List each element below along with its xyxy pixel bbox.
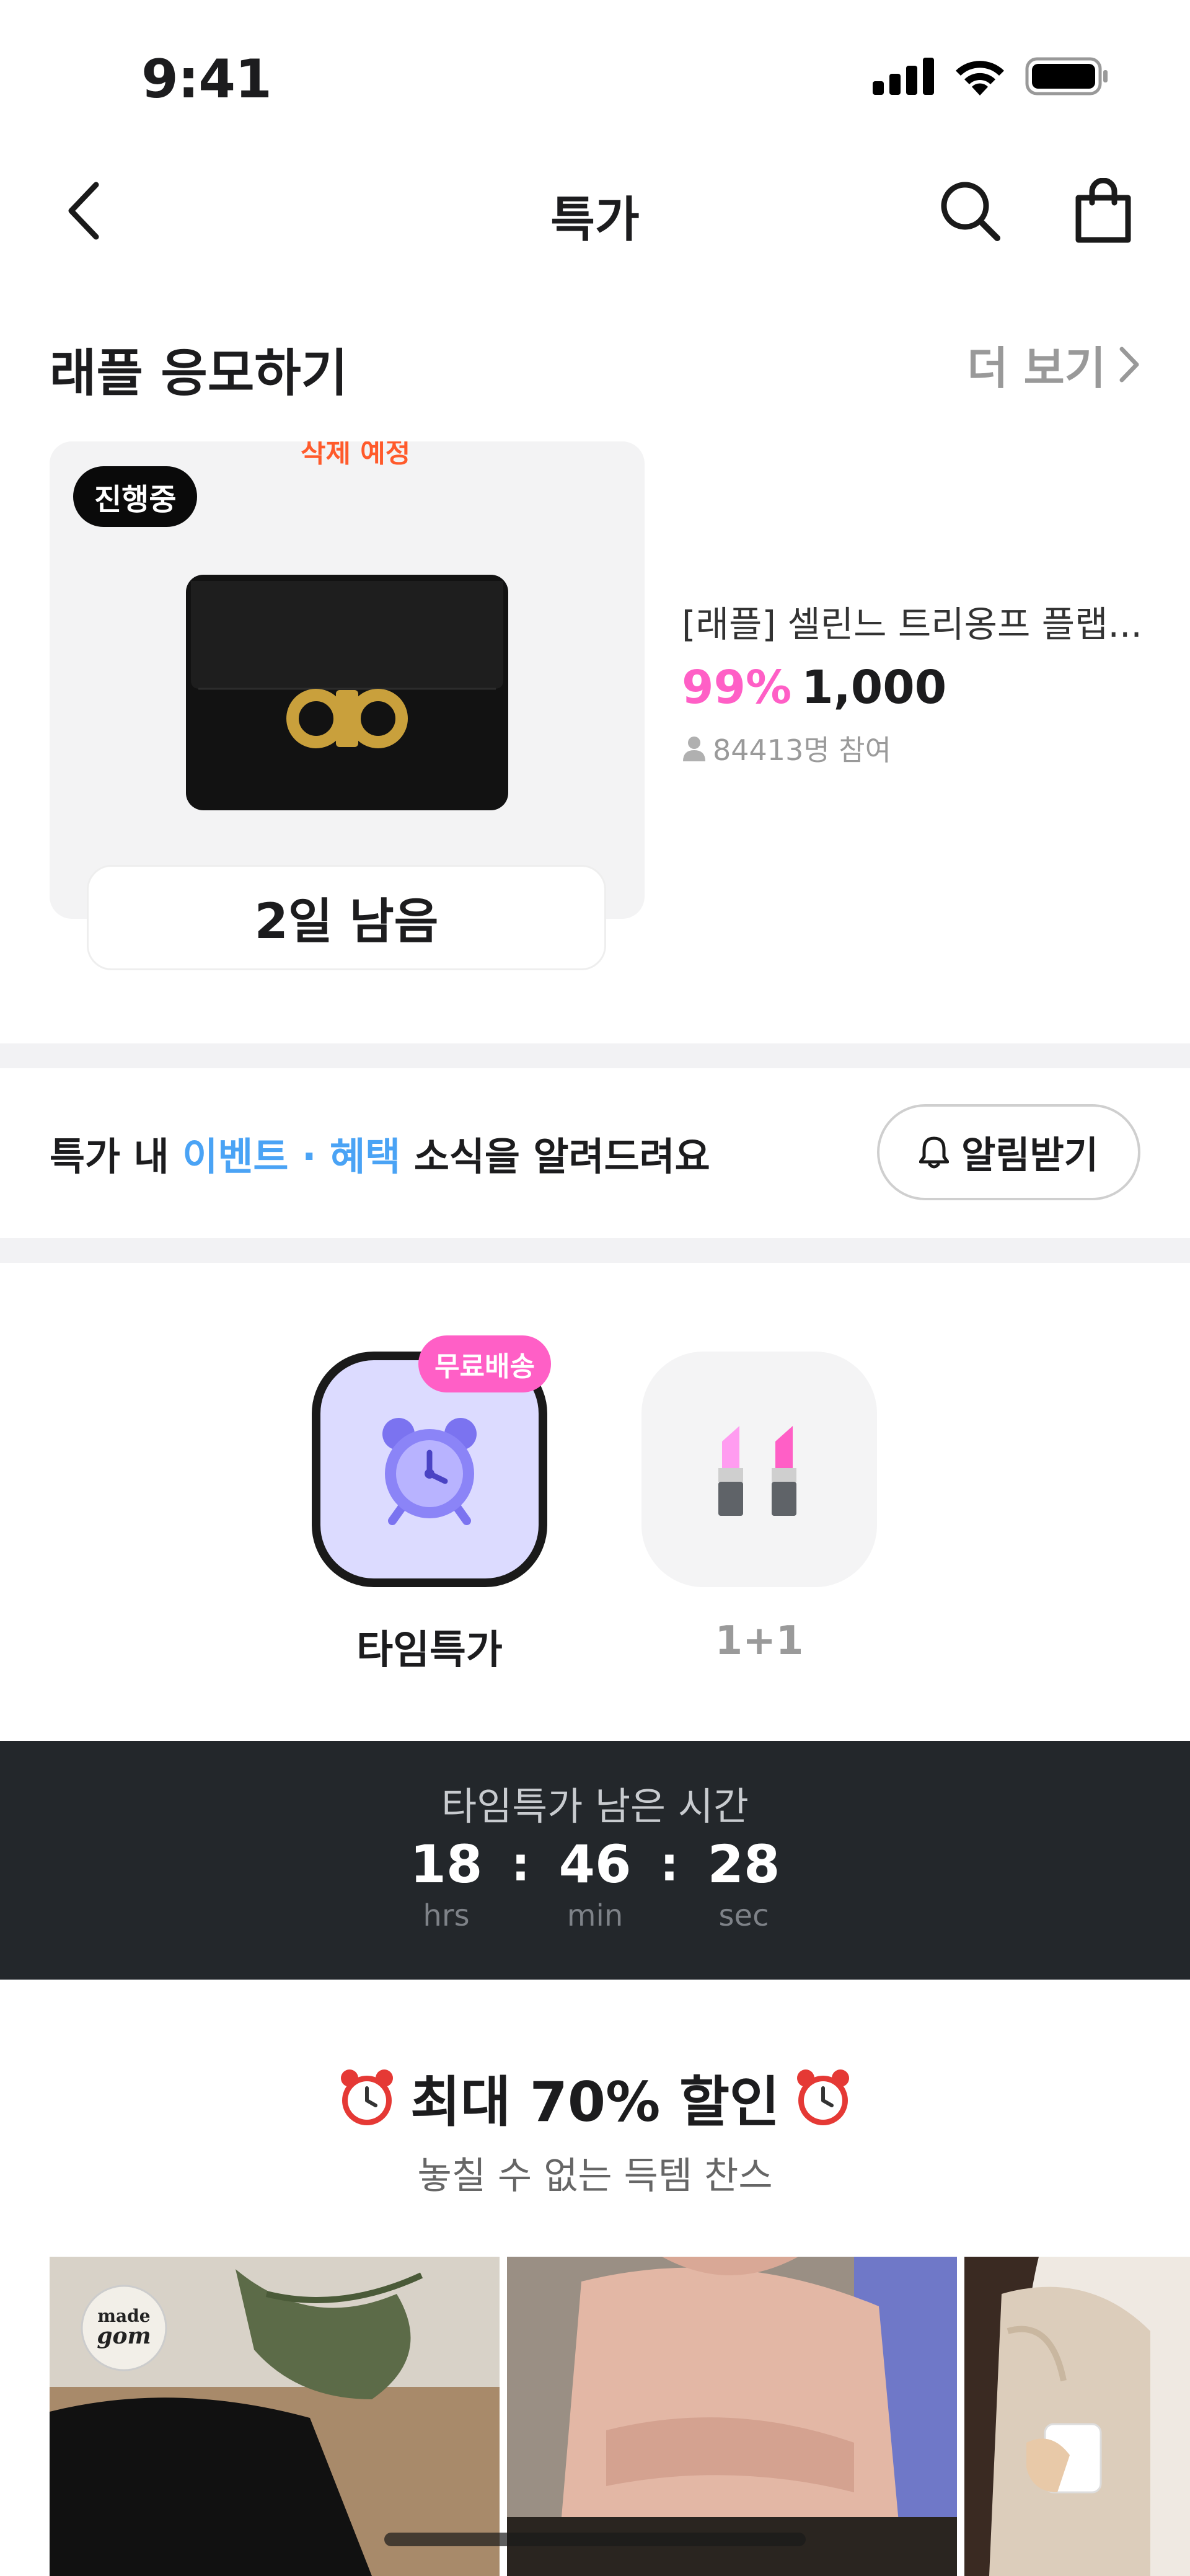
participants-count: 84413명 참여 (682, 728, 1153, 769)
wifi-icon (956, 61, 1004, 95)
raffle-section-title: 래플 응모하기 (50, 344, 348, 403)
category-tile (641, 1352, 877, 1587)
section-divider (0, 1043, 1190, 1068)
promo-section: 최대 70% 할인 놓칠 수 없는 득템 찬스 (0, 2058, 1190, 2200)
category-tile: 무료배송 (312, 1335, 551, 1587)
raffle-more-link[interactable]: 더 보기 (967, 332, 1140, 397)
battery-icon (1025, 57, 1108, 95)
timer-digits: 18 hrs : 46 min : 28 sec (0, 1834, 1190, 1933)
home-indicator (384, 2533, 806, 2546)
promo-subtitle: 놓칠 수 없는 득템 찬스 (417, 2154, 773, 2198)
participants-label: 84413명 참여 (713, 733, 891, 767)
category-label: 타임특가 (356, 1627, 503, 1673)
raffle-info[interactable]: [래플] 셀린느 트리옹프 플랩... 99% 1,000 84413명 참여 (682, 595, 1153, 769)
raffle-product-image[interactable]: 삭제 예정 진행중 (50, 441, 645, 919)
chevron-right-icon (1119, 347, 1139, 382)
product-card[interactable]: made gom (50, 2257, 500, 2576)
lipstick-icon (718, 1426, 796, 1516)
status-icons (873, 57, 1109, 95)
days-left-label: 2일 남음 (87, 865, 606, 970)
timer-separator: : (659, 1836, 679, 1892)
timer-title: 타임특가 남은 시간 (441, 1784, 749, 1829)
search-button[interactable] (933, 174, 1007, 248)
discount-percent: 99% (682, 661, 792, 714)
notify-row: 특가 내 이벤트 · 혜택 소식을 알려드려요 알림받기 (0, 1069, 1190, 1237)
timer-minutes-label: min (566, 1898, 624, 1933)
timer-hours: 18 hrs (387, 1834, 505, 1933)
product-logo-line2: gom (97, 2323, 151, 2349)
time-deal-countdown: 타임특가 남은 시간 18 hrs : 46 min : 28 sec (0, 1741, 1190, 1980)
product-image (964, 2257, 1190, 2576)
product-card[interactable] (964, 2257, 1190, 2576)
category-one-plus-one[interactable]: 1+1 (641, 1352, 877, 1664)
timer-separator: : (511, 1836, 531, 1892)
timer-hours-label: hrs (423, 1898, 470, 1933)
page-title: 특가 (550, 192, 640, 248)
cart-button[interactable] (1066, 174, 1140, 248)
notify-text-highlight: 이벤트 · 혜택 (182, 1134, 401, 1179)
promo-title-text: 최대 70% 할인 (410, 2070, 780, 2134)
search-icon (941, 182, 1000, 241)
status-time: 9:41 (141, 48, 272, 110)
product-list: made gom (50, 2257, 1190, 2576)
notify-text: 특가 내 이벤트 · 혜택 소식을 알려드려요 (50, 1125, 710, 1181)
category-tabs: 무료배송 타임특가 1+1 (0, 1265, 1190, 1736)
timer-seconds-value: 28 (707, 1834, 780, 1895)
timer-hours-value: 18 (410, 1834, 483, 1895)
product-card[interactable] (507, 2257, 957, 2576)
product-image (507, 2257, 957, 2576)
raffle-header: 래플 응모하기 더 보기 (50, 319, 1140, 403)
section-divider (0, 1238, 1190, 1263)
shopping-bag-icon (1075, 178, 1131, 243)
alarm-clock-icon (382, 1418, 477, 1525)
status-bar: 9:41 (0, 0, 1190, 136)
notify-button-label: 알림받기 (961, 1134, 1098, 1177)
timer-minutes: 46 min (536, 1834, 654, 1933)
signal-icon (873, 58, 934, 95)
notify-text-prefix: 특가 내 (50, 1134, 183, 1179)
status-badge: 진행중 (73, 466, 198, 527)
alarm-clock-icon (796, 2069, 849, 2125)
category-label: 1+1 (715, 1618, 804, 1664)
raffle-product-name: [래플] 셀린느 트리옹프 플랩... (682, 603, 1142, 645)
price-value: 1,000 (801, 661, 947, 714)
timer-minutes-value: 46 (558, 1834, 632, 1895)
raffle-price: 99% 1,000 (682, 661, 1153, 714)
person-icon (683, 737, 705, 761)
image-overlay-text: 삭제 예정 (301, 441, 411, 469)
promo-title: 최대 70% 할인 (0, 2058, 1190, 2137)
timer-seconds: 28 sec (685, 1834, 803, 1933)
timer-seconds-label: sec (718, 1898, 769, 1933)
notify-button[interactable]: 알림받기 (877, 1104, 1140, 1200)
bell-icon (919, 1136, 950, 1168)
wallet-image (186, 575, 508, 810)
nav-bar: 특가 (0, 143, 1190, 279)
notify-text-suffix: 소식을 알려드려요 (400, 1134, 710, 1179)
product-image: made gom (50, 2257, 500, 2576)
alarm-clock-icon (341, 2069, 394, 2125)
free-shipping-badge: 무료배송 (418, 1335, 551, 1392)
category-time-deal[interactable]: 무료배송 타임특가 (312, 1335, 551, 1675)
more-label: 더 보기 (967, 342, 1106, 394)
